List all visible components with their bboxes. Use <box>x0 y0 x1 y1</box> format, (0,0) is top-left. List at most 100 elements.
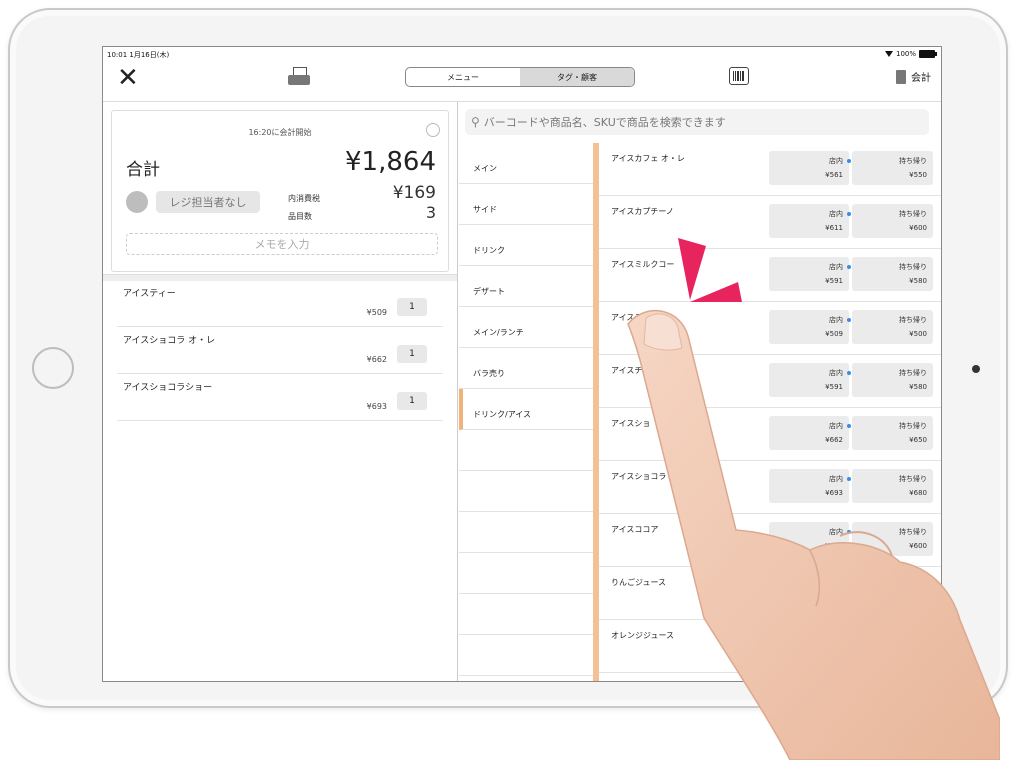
takeout-price: ¥580 <box>909 383 927 391</box>
ipad-frame: 10:01 1月16日(木) 100% ✕ メニュー タグ・顧客 会計 16:2… <box>8 8 1008 708</box>
takeout-label: 持ち帰り <box>899 422 927 430</box>
dine-in-price-button[interactable]: 店内 ¥509 <box>769 310 849 344</box>
close-icon[interactable]: ✕ <box>117 65 139 91</box>
category-empty <box>459 512 593 553</box>
register-label: 会計 <box>911 73 931 84</box>
quantity-stepper[interactable]: 1 <box>397 345 427 363</box>
dine-in-price-button[interactable]: 店内 ¥591 <box>769 363 849 397</box>
quantity-stepper[interactable]: 1 <box>397 392 427 410</box>
search-input[interactable]: ⚲ バーコードや商品名、SKUで商品を検索できます <box>465 109 929 135</box>
takeout-label: 持ち帰り <box>899 528 927 536</box>
product-name: りんごジュース <box>611 578 667 587</box>
product-row: アイステ 店内 ¥509 持ち帰り ¥500 <box>599 302 941 355</box>
dine-in-price-button[interactable]: 店内 ¥611 <box>769 522 849 556</box>
product-row: アイスミルクコー 店内 ¥591 持ち帰り ¥580 <box>599 249 941 302</box>
product-name: アイスチ <box>611 366 643 375</box>
dine-in-label: 店内 <box>829 210 843 218</box>
product-name: アイスココア <box>611 525 659 534</box>
category-label: バラ売り <box>473 369 505 378</box>
product-row: りんごジュース 店内 り <box>599 567 941 620</box>
product-name: アイスショコラ <box>611 472 667 481</box>
order-item-name: アイスショコラショー <box>123 383 213 393</box>
search-icon: ⚲ <box>471 115 480 129</box>
takeout-label: 持ち帰り <box>899 316 927 324</box>
takeout-price-button[interactable]: 持ち帰り ¥580 <box>852 257 933 291</box>
dine-in-label: 店内 <box>829 316 843 324</box>
dine-in-price: ¥662 <box>825 436 843 444</box>
category-list: メイン サイド ドリンク デザート メイン/ランチ バラ売り ドリンク/アイス <box>459 143 594 681</box>
category-item[interactable]: メイン/ランチ <box>459 307 593 348</box>
dine-in-price-button[interactable]: 店内 ¥561 <box>769 151 849 185</box>
tax-value: ¥169 <box>392 183 436 203</box>
takeout-price-button[interactable]: り <box>852 575 933 609</box>
takeout-price-button[interactable]: 持ち帰り ¥650 <box>852 416 933 450</box>
camera <box>972 365 980 373</box>
order-row[interactable]: アイスショコラ オ・レ ¥662 1 <box>117 327 443 374</box>
dine-in-price: ¥611 <box>825 224 843 232</box>
top-bar: ✕ メニュー タグ・顧客 会計 <box>103 61 941 102</box>
home-button[interactable] <box>32 347 74 389</box>
dine-in-price-button[interactable]: 店内 ¥611 <box>769 204 849 238</box>
quantity-stepper[interactable]: 1 <box>397 298 427 316</box>
product-name: オレンジジュース <box>611 631 675 640</box>
order-item-name: アイスティー <box>123 289 176 299</box>
barcode-icon[interactable] <box>729 67 749 85</box>
dine-in-price-button[interactable]: 店内 ¥591 <box>769 257 849 291</box>
takeout-price: ¥550 <box>909 171 927 179</box>
takeout-label: 持ち帰り <box>899 157 927 165</box>
category-empty <box>459 430 593 471</box>
dot-icon <box>847 159 851 163</box>
category-item-active[interactable]: ドリンク/アイス <box>459 389 593 430</box>
dine-in-price: ¥591 <box>825 383 843 391</box>
category-label: ドリンク <box>473 246 505 255</box>
takeout-label: 持ち帰り <box>899 210 927 218</box>
printer-icon[interactable] <box>288 67 310 87</box>
category-item[interactable]: バラ売り <box>459 348 593 389</box>
product-list: アイスカフェ オ・レ 店内 ¥561 持ち帰り ¥550 アイスカプチーノ 店内 ¥6… <box>593 143 941 681</box>
dine-in-price-button[interactable]: 店内 ¥662 <box>769 416 849 450</box>
dine-in-label: 店内 <box>829 422 843 430</box>
takeout-price-button[interactable]: 持ち帰り ¥600 <box>852 522 933 556</box>
product-name: アイスカフェ オ・レ <box>611 154 685 163</box>
battery-percent: 100% <box>895 50 916 58</box>
battery-icon <box>919 50 937 58</box>
category-item[interactable]: デザート <box>459 266 593 307</box>
category-label: ドリンク/アイス <box>473 410 532 419</box>
staff-select-button[interactable]: レジ担当者なし <box>156 191 260 213</box>
tax-label: 内消費税 <box>288 194 320 203</box>
takeout-price-button[interactable]: 持ち帰り ¥680 <box>852 469 933 503</box>
calculator-icon <box>896 69 906 84</box>
takeout-price: ¥600 <box>909 542 927 550</box>
dot-icon <box>847 477 851 481</box>
takeout-price: ¥580 <box>909 277 927 285</box>
category-item[interactable]: メイン <box>459 143 593 184</box>
takeout-price: ¥600 <box>909 224 927 232</box>
order-row[interactable]: アイスショコラショー ¥693 1 <box>117 374 443 421</box>
dine-in-price-button[interactable]: 店内 <box>769 575 849 609</box>
category-item[interactable]: ドリンク <box>459 225 593 266</box>
takeout-price: ¥500 <box>909 330 927 338</box>
takeout-price-button[interactable]: 持ち帰り ¥550 <box>852 151 933 185</box>
order-row[interactable]: アイスティー ¥509 1 <box>117 280 443 327</box>
takeout-price-button[interactable]: 持ち帰り ¥580 <box>852 363 933 397</box>
search-placeholder: バーコードや商品名、SKUで商品を検索できます <box>483 116 726 129</box>
item-count-label: 品目数 <box>288 212 312 221</box>
order-item-price: ¥662 <box>366 355 387 364</box>
takeout-price-button[interactable]: 持ち帰り ¥600 <box>852 204 933 238</box>
total-label: 合計 <box>126 160 160 180</box>
order-item-name: アイスショコラ オ・レ <box>123 336 216 346</box>
tab-menu[interactable]: メニュー <box>406 68 520 86</box>
product-name: アイステ <box>611 313 643 322</box>
dine-in-price-button[interactable]: 店内 ¥693 <box>769 469 849 503</box>
takeout-label: り <box>920 581 927 589</box>
product-row: アイスカフェ オ・レ 店内 ¥561 持ち帰り ¥550 <box>599 143 941 196</box>
tab-tag-customer[interactable]: タグ・顧客 <box>520 68 634 86</box>
status-bar: 10:01 1月16日(木) 100% <box>103 47 941 61</box>
category-empty <box>459 553 593 594</box>
radio-icon[interactable] <box>426 123 440 137</box>
register-button[interactable]: 会計 <box>896 69 931 84</box>
category-item[interactable]: サイド <box>459 184 593 225</box>
dine-in-price: ¥561 <box>825 171 843 179</box>
memo-field[interactable]: メモを入力 <box>126 233 438 255</box>
takeout-price-button[interactable]: 持ち帰り ¥500 <box>852 310 933 344</box>
